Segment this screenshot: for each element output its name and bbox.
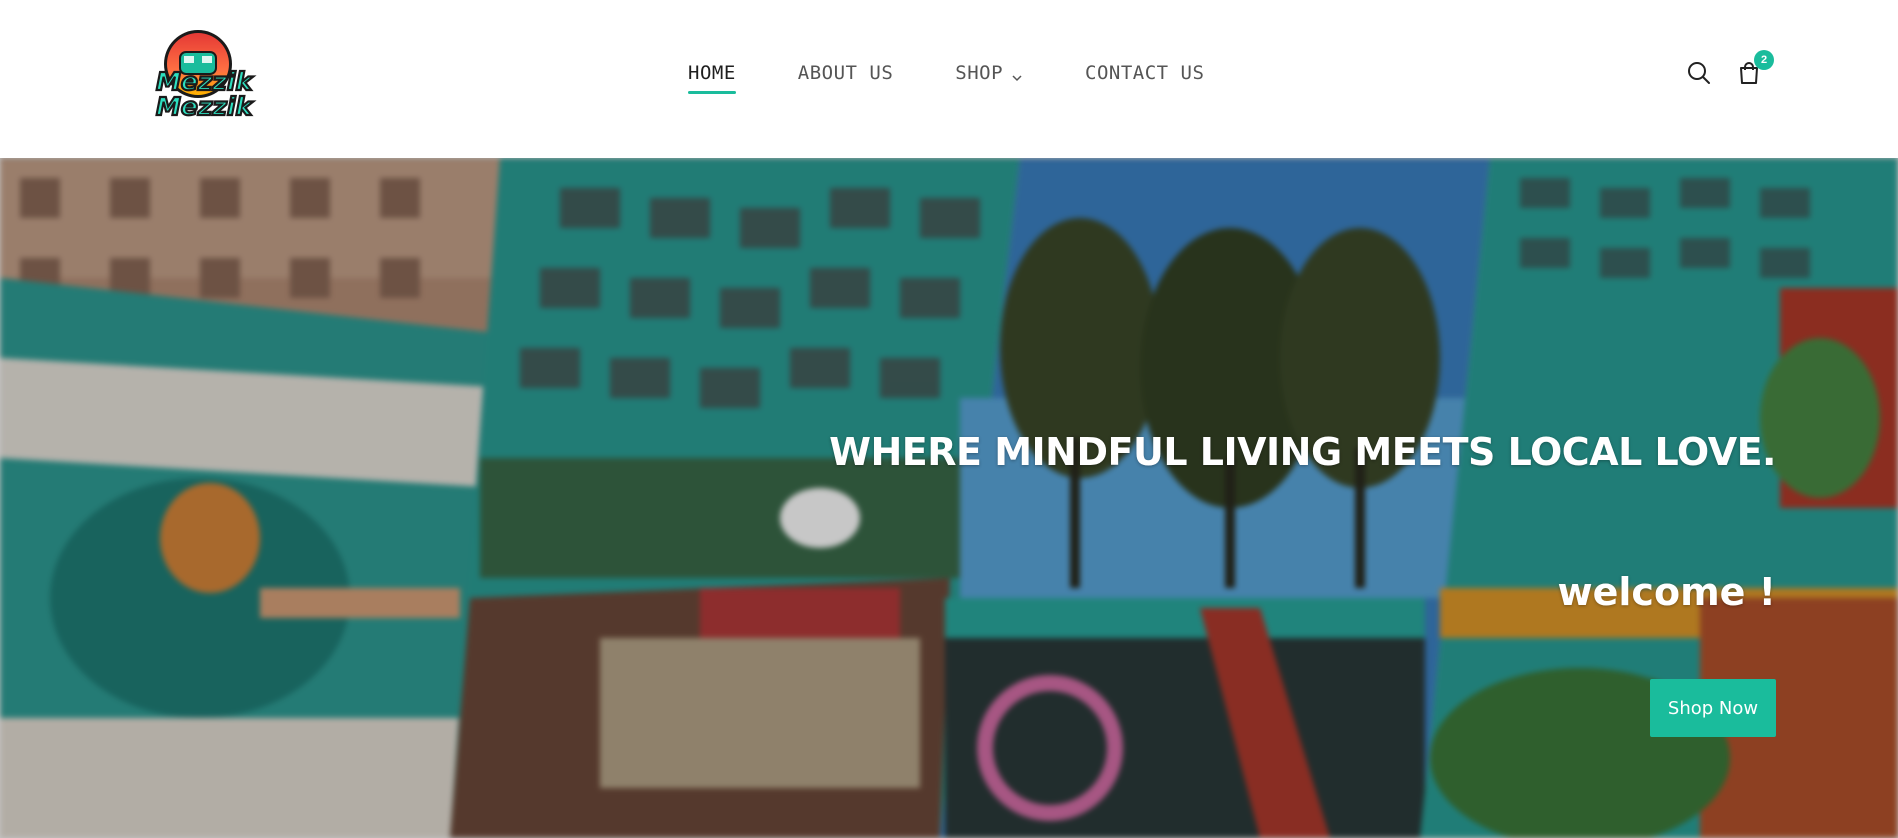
hero-subheadline: welcome ! — [1557, 570, 1776, 614]
shop-now-button[interactable]: Shop Now — [1650, 679, 1776, 737]
header-actions: 2 — [1686, 50, 1774, 86]
nav-about-us-label: ABOUT US — [797, 62, 894, 84]
chevron-down-icon — [1011, 67, 1023, 82]
hero-overlay — [0, 158, 1898, 838]
search-icon[interactable] — [1686, 60, 1712, 86]
nav-contact-us-label: CONTACT US — [1085, 62, 1205, 84]
nav-home-label: HOME — [688, 62, 736, 84]
nav-about-us[interactable]: ABOUT US — [798, 62, 894, 84]
nav-shop[interactable]: SHOP — [955, 62, 1023, 84]
hero-headline: WHERE MINDFUL LIVING MEETS LOCAL LOVE. — [829, 430, 1776, 474]
brand-logo[interactable]: Mezzik Mezzik — [150, 26, 272, 122]
hero-banner: WHERE MINDFUL LIVING MEETS LOCAL LOVE. w… — [0, 158, 1898, 838]
nav-contact-us[interactable]: CONTACT US — [1085, 62, 1204, 84]
shopping-bag-icon[interactable]: 2 — [1736, 50, 1774, 86]
main-nav: HOME ABOUT US SHOP CONTACT US — [688, 62, 1204, 94]
site-header: Mezzik Mezzik HOME ABOUT US SHOP CONTACT… — [0, 0, 1898, 158]
svg-text:Mezzik: Mezzik — [156, 92, 254, 121]
cart-count-badge: 2 — [1754, 50, 1774, 70]
nav-shop-label: SHOP — [955, 62, 1004, 84]
nav-home[interactable]: HOME — [688, 62, 736, 94]
